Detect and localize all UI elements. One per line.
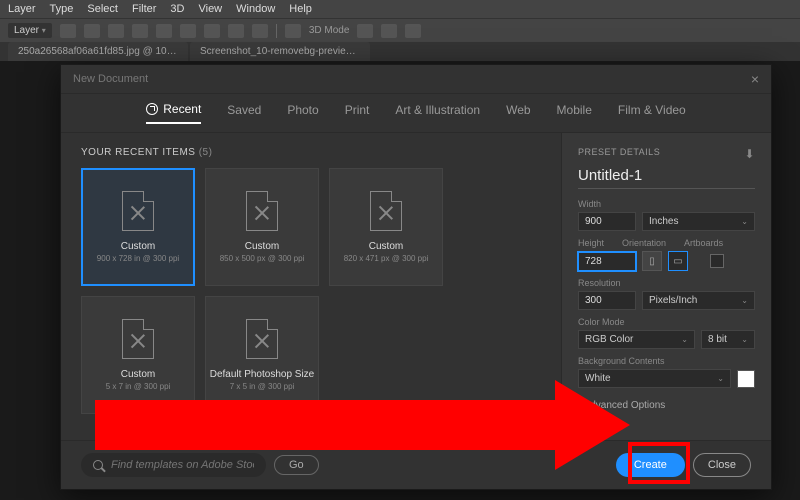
opt-icon[interactable]	[180, 24, 196, 38]
menu-filter[interactable]: Filter	[132, 3, 156, 15]
presets-panel: YOUR RECENT ITEMS (5) Custom 900 x 728 in…	[61, 133, 561, 440]
opt-icon[interactable]	[405, 24, 421, 38]
resolution-label: Resolution	[578, 278, 755, 288]
orientation-landscape-icon[interactable]: ▭	[668, 251, 688, 271]
opt-icon[interactable]	[285, 24, 301, 38]
tab-print[interactable]: Print	[345, 102, 370, 124]
preset-card[interactable]: Custom 5 x 7 in @ 300 ppi	[81, 296, 195, 414]
preset-name: Custom	[245, 241, 279, 252]
preset-dimensions: 900 x 728 in @ 300 ppi	[97, 254, 179, 263]
tab-film[interactable]: Film & Video	[618, 102, 686, 124]
bit-depth-dropdown[interactable]: 8 bit⌄	[701, 330, 755, 349]
artboards-label: Artboards	[684, 238, 723, 248]
background-swatch[interactable]	[737, 370, 755, 388]
doc-tab[interactable]: 250a26568af06a61fd85.jpg @ 100% (Layer 2…	[8, 42, 188, 61]
app-menubar: Layer Type Select Filter 3D View Window …	[0, 0, 800, 18]
mode-3d[interactable]: 3D Mode	[309, 25, 350, 36]
opt-icon[interactable]	[84, 24, 100, 38]
dialog-footer: Go Create Close	[61, 440, 771, 489]
preset-dimensions: 7 x 5 in @ 300 ppi	[230, 382, 295, 391]
opt-icon[interactable]	[381, 24, 397, 38]
opt-icon[interactable]	[108, 24, 124, 38]
stock-search-input[interactable]	[111, 459, 254, 471]
menu-select[interactable]: Select	[87, 3, 118, 15]
menu-window[interactable]: Window	[236, 3, 275, 15]
close-button[interactable]: Close	[693, 453, 751, 477]
menu-view[interactable]: View	[198, 3, 222, 15]
resolution-unit-dropdown[interactable]: Pixels/Inch⌄	[642, 291, 755, 310]
recent-count: (5)	[199, 147, 213, 158]
go-button[interactable]: Go	[274, 455, 319, 475]
opt-icon[interactable]	[252, 24, 268, 38]
width-input[interactable]	[578, 212, 636, 231]
page-icon	[122, 319, 154, 359]
height-input[interactable]	[578, 252, 636, 271]
preset-name-input[interactable]: Untitled-1	[578, 167, 755, 189]
background-dropdown[interactable]: White⌄	[578, 369, 731, 388]
dialog-title: New Document	[73, 73, 148, 85]
artboards-checkbox[interactable]	[710, 254, 724, 268]
search-icon	[93, 460, 103, 470]
opt-icon[interactable]	[60, 24, 76, 38]
tab-saved[interactable]: Saved	[227, 102, 261, 124]
width-label: Width	[578, 199, 755, 209]
preset-dimensions: 820 x 471 px @ 300 ppi	[344, 254, 429, 263]
menu-layer[interactable]: Layer	[8, 3, 36, 15]
page-icon	[122, 191, 154, 231]
advanced-options-toggle[interactable]: › Advanced Options	[578, 400, 755, 411]
doc-tab[interactable]: Screenshot_10-removebg-preview.png @ 100…	[190, 42, 370, 61]
menu-help[interactable]: Help	[289, 3, 312, 15]
preset-name: Default Photoshop Size	[210, 369, 315, 380]
layer-select[interactable]: Layer ▾	[8, 23, 52, 38]
opt-icon[interactable]	[204, 24, 220, 38]
category-tabs: Recent Saved Photo Print Art & Illustrat…	[61, 94, 771, 133]
color-mode-dropdown[interactable]: RGB Color⌄	[578, 330, 695, 349]
color-mode-label: Color Mode	[578, 317, 755, 327]
save-preset-icon[interactable]: ⬇	[744, 147, 755, 161]
orientation-label: Orientation	[622, 238, 666, 248]
preset-card[interactable]: Default Photoshop Size 7 x 5 in @ 300 ppi	[205, 296, 319, 414]
opt-icon[interactable]	[132, 24, 148, 38]
preset-dimensions: 5 x 7 in @ 300 ppi	[106, 382, 171, 391]
preset-details-panel: PRESET DETAILS ⬇ Untitled-1 Width Inches⌄…	[561, 133, 771, 440]
tab-photo[interactable]: Photo	[287, 102, 318, 124]
page-icon	[370, 191, 402, 231]
menu-type[interactable]: Type	[50, 3, 74, 15]
preset-card[interactable]: Custom 850 x 500 px @ 300 ppi	[205, 168, 319, 286]
recent-items-label: YOUR RECENT ITEMS	[81, 147, 195, 158]
preset-card[interactable]: Custom 820 x 471 px @ 300 ppi	[329, 168, 443, 286]
close-icon[interactable]: ×	[751, 71, 759, 87]
page-icon	[246, 319, 278, 359]
create-button[interactable]: Create	[616, 453, 685, 477]
width-unit-dropdown[interactable]: Inches⌄	[642, 212, 755, 231]
preset-name: Custom	[369, 241, 403, 252]
preset-name: Custom	[121, 369, 155, 380]
background-label: Background Contents	[578, 356, 755, 366]
preset-name: Custom	[121, 241, 155, 252]
stock-search[interactable]	[81, 453, 266, 477]
menu-3d[interactable]: 3D	[170, 3, 184, 15]
preset-dimensions: 850 x 500 px @ 300 ppi	[220, 254, 305, 263]
options-bar: Layer ▾ 3D Mode	[0, 18, 800, 42]
preset-card[interactable]: Custom 900 x 728 in @ 300 ppi	[81, 168, 195, 286]
resolution-input[interactable]	[578, 291, 636, 310]
tab-recent[interactable]: Recent	[146, 102, 201, 124]
page-icon	[246, 191, 278, 231]
new-document-dialog: New Document × Recent Saved Photo Print …	[60, 64, 772, 490]
document-tabs: 250a26568af06a61fd85.jpg @ 100% (Layer 2…	[0, 42, 800, 61]
opt-icon[interactable]	[156, 24, 172, 38]
opt-icon[interactable]	[228, 24, 244, 38]
orientation-portrait-icon[interactable]: ▯	[642, 251, 662, 271]
opt-icon[interactable]	[357, 24, 373, 38]
clock-icon	[146, 103, 158, 115]
tab-mobile[interactable]: Mobile	[557, 102, 592, 124]
height-label: Height	[578, 238, 604, 248]
preset-details-label: PRESET DETAILS	[578, 147, 660, 161]
tab-web[interactable]: Web	[506, 102, 530, 124]
tab-art[interactable]: Art & Illustration	[395, 102, 480, 124]
